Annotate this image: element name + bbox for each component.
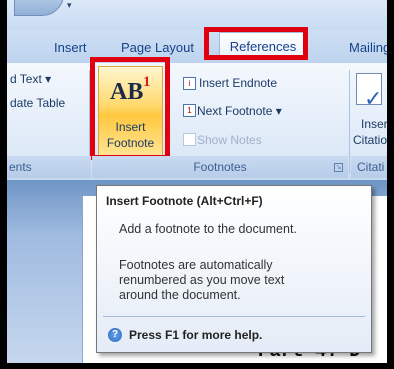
tab-insert[interactable]: Insert [54, 40, 87, 55]
footnotes-dialog-launcher-icon[interactable]: ↘ [334, 163, 343, 172]
add-text-button[interactable]: d Text ▾ [10, 72, 51, 86]
show-notes-icon [183, 133, 196, 146]
tooltip-help-text: Press F1 for more help. [129, 328, 263, 342]
tooltip-title: Insert Footnote (Alt+Ctrl+F) [106, 194, 263, 208]
insert-footnote-tooltip: Insert Footnote (Alt+Ctrl+F) Add a footn… [96, 185, 372, 353]
group-label-footnotes: Footnotes [92, 156, 348, 178]
update-table-button[interactable]: date Table [10, 96, 65, 110]
tab-page-layout[interactable]: Page Layout [121, 40, 194, 55]
tooltip-detail-line: Footnotes are automatically [119, 258, 273, 272]
insert-endnote-icon: i [183, 77, 196, 90]
office-button[interactable] [14, 0, 64, 16]
word-window: ▾ Insert Page Layout References Mailings… [0, 0, 394, 369]
next-footnote-icon: 1 [183, 104, 196, 117]
screenshot-border-bottom [0, 363, 394, 369]
screenshot-border-right [387, 0, 394, 369]
insert-footnote-highlight [90, 57, 170, 160]
quick-access-dropdown-icon[interactable]: ▾ [67, 0, 72, 11]
group-label-table-of-contents: ents [7, 156, 91, 178]
insert-endnote-button[interactable]: Insert Endnote [199, 76, 277, 90]
tooltip-divider [103, 316, 365, 317]
ribbon-tab-row: Insert Page Layout References Mailings [7, 30, 394, 64]
citation-check-icon: ✓ [364, 86, 383, 111]
tooltip-detail-line: around the document. [119, 288, 241, 302]
group-separator [349, 70, 350, 174]
tooltip-detail-line: renumbered as you move text [119, 273, 285, 287]
next-footnote-button[interactable]: Next Footnote ▾ [197, 104, 282, 118]
show-notes-button[interactable]: Show Notes [197, 133, 262, 147]
tooltip-description: Add a footnote to the document. [119, 222, 297, 236]
screenshot-border-left [0, 0, 7, 369]
help-icon: ? [108, 328, 122, 342]
title-bar: ▾ [7, 0, 387, 30]
references-tab-highlight [204, 27, 308, 60]
